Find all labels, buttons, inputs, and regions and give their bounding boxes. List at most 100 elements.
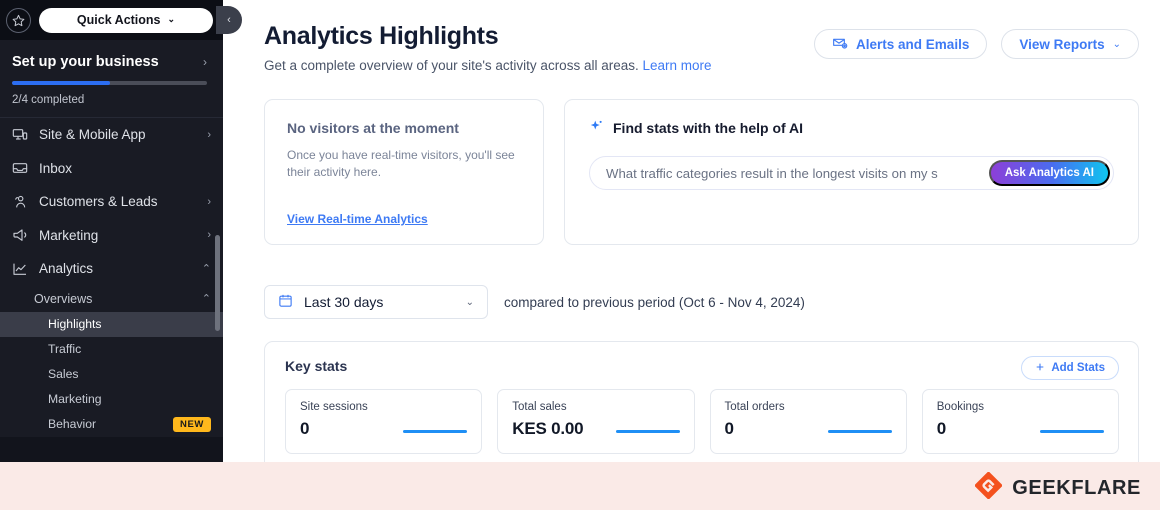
calendar-icon xyxy=(278,293,293,311)
sidebar-item-marketing-sub[interactable]: Marketing xyxy=(0,386,223,412)
geekflare-logo-icon xyxy=(975,471,1003,504)
setup-business-block[interactable]: Set up your business › 2/4 completed xyxy=(0,40,223,117)
line-chart-icon xyxy=(12,261,28,277)
sidebar-subitem-label: Traffic xyxy=(48,342,82,356)
inbox-icon xyxy=(12,160,28,176)
stat-label: Total sales xyxy=(512,401,567,413)
sidebar-subitem-label: Marketing xyxy=(48,392,102,406)
stat-card-bookings[interactable]: Bookings 0 xyxy=(921,389,1119,454)
setup-progress-label: 2/4 completed xyxy=(12,94,85,106)
sidebar: Quick Actions ⌄ Set up your business › 2… xyxy=(0,0,223,462)
add-stats-label: Add Stats xyxy=(1051,362,1105,374)
people-icon xyxy=(12,194,28,210)
stat-value: 0 xyxy=(300,419,310,438)
view-realtime-analytics-link[interactable]: View Real-time Analytics xyxy=(287,212,428,226)
sidebar-item-behavior[interactable]: Behavior NEW xyxy=(0,411,223,437)
add-stats-button[interactable]: Add Stats xyxy=(1021,356,1119,380)
main-content: Analytics Highlights Get a complete over… xyxy=(223,0,1160,462)
status-badge: NEW xyxy=(173,416,211,432)
setup-progress-bar xyxy=(12,81,207,85)
chevron-down-icon: ⌄ xyxy=(465,296,474,308)
stat-card-site-sessions[interactable]: Site sessions 0 xyxy=(285,389,483,454)
star-icon[interactable] xyxy=(6,7,31,33)
sidebar-item-label: Site & Mobile App xyxy=(39,127,146,143)
date-range-row: Last 30 days ⌄ compared to previous peri… xyxy=(264,285,1160,319)
sidebar-item-sales[interactable]: Sales xyxy=(0,361,223,387)
page-subtitle: Get a complete overview of your site's a… xyxy=(264,58,1160,73)
realtime-description: Once you have real-time visitors, you'll… xyxy=(287,148,515,180)
ai-card-heading: Find stats with the help of AI xyxy=(613,120,804,136)
sparkline xyxy=(403,430,468,433)
chevron-down-icon: ⌄ xyxy=(167,13,176,24)
stat-label: Site sessions xyxy=(300,401,368,413)
setup-business-row[interactable]: Set up your business › xyxy=(12,54,207,70)
sparkle-icon xyxy=(589,119,604,137)
realtime-title: No visitors at the moment xyxy=(287,120,459,136)
key-stats-title: Key stats xyxy=(285,358,348,374)
stat-card-total-orders[interactable]: Total orders 0 xyxy=(709,389,907,454)
sidebar-item-analytics[interactable]: Analytics ⌃ xyxy=(0,252,223,286)
geekflare-watermark: GEEKFLARE xyxy=(975,471,1141,504)
sidebar-item-site-mobile-app[interactable]: Site & Mobile App › xyxy=(0,118,223,152)
megaphone-icon xyxy=(12,227,28,243)
chevron-left-icon: ‹ xyxy=(227,14,231,26)
alerts-and-emails-button[interactable]: Alerts and Emails xyxy=(814,29,988,59)
key-stats-grid: Site sessions 0 Total sales KES 0.00 Tot… xyxy=(285,389,1119,454)
footer-bar: GEEKFLARE xyxy=(0,462,1160,510)
geekflare-brand-text: GEEKFLARE xyxy=(1012,476,1141,499)
stat-value: KES 0.00 xyxy=(512,419,584,438)
stat-card-total-sales[interactable]: Total sales KES 0.00 xyxy=(497,389,695,454)
view-reports-button[interactable]: View Reports ⌄ xyxy=(1001,29,1139,59)
setup-business-title: Set up your business xyxy=(12,54,159,70)
alerts-and-emails-label: Alerts and Emails xyxy=(856,36,970,52)
date-range-select[interactable]: Last 30 days ⌄ xyxy=(264,285,488,319)
ai-stats-card: Find stats with the help of AI Ask Analy… xyxy=(564,99,1139,245)
chevron-right-icon: › xyxy=(207,229,211,242)
learn-more-link[interactable]: Learn more xyxy=(643,58,712,73)
plus-icon xyxy=(1035,362,1045,375)
ai-card-heading-row: Find stats with the help of AI xyxy=(589,119,1114,137)
sidebar-item-label: Analytics xyxy=(39,261,94,277)
chevron-right-icon: › xyxy=(203,55,207,69)
sidebar-item-label: Marketing xyxy=(39,227,99,243)
sparkline xyxy=(1040,430,1104,433)
setup-progress-fill xyxy=(12,81,110,85)
sidebar-footer-spacer xyxy=(0,436,223,457)
page-subtitle-text: Get a complete overview of your site's a… xyxy=(264,58,639,73)
stat-value: 0 xyxy=(936,419,947,438)
sidebar-subitem-label: Sales xyxy=(48,367,79,381)
mail-settings-icon xyxy=(832,35,848,54)
sidebar-group-overviews[interactable]: Overviews ⌃ xyxy=(0,285,223,312)
stat-label: Total orders xyxy=(724,401,785,413)
sidebar-item-customers-leads[interactable]: Customers & Leads › xyxy=(0,185,223,219)
monitor-mobile-icon xyxy=(12,127,28,143)
sparkline xyxy=(615,430,680,433)
stat-label: Bookings xyxy=(936,401,985,413)
sidebar-subitem-label: Behavior xyxy=(48,417,97,431)
view-reports-label: View Reports xyxy=(1019,36,1105,52)
realtime-visitors-card: No visitors at the moment Once you have … xyxy=(264,99,544,245)
chevron-down-icon: ⌄ xyxy=(1112,38,1121,50)
chevron-right-icon: › xyxy=(207,128,211,141)
ask-analytics-ai-button[interactable]: Ask Analytics AI xyxy=(988,160,1110,186)
sidebar-item-marketing[interactable]: Marketing › xyxy=(0,218,223,252)
quick-actions-button[interactable]: Quick Actions ⌄ xyxy=(39,7,213,33)
chevron-up-icon: ⌃ xyxy=(201,293,211,305)
sparkline xyxy=(827,430,892,433)
sidebar-item-label: Inbox xyxy=(39,160,73,176)
ai-query-input-wrapper[interactable]: Ask Analytics AI xyxy=(589,156,1114,190)
sidebar-item-label: Customers & Leads xyxy=(39,194,158,210)
date-range-comparison-note: compared to previous period (Oct 6 - Nov… xyxy=(504,294,805,310)
overview-cards-row: No visitors at the moment Once you have … xyxy=(264,99,1160,245)
quick-actions-label: Quick Actions xyxy=(76,13,161,27)
ai-query-input[interactable] xyxy=(606,165,989,181)
sidebar-top-bar: Quick Actions ⌄ xyxy=(0,0,223,40)
sidebar-group-label: Overviews xyxy=(34,291,93,306)
sidebar-item-traffic[interactable]: Traffic xyxy=(0,336,223,362)
sidebar-item-inbox[interactable]: Inbox xyxy=(0,151,223,185)
date-range-value: Last 30 days xyxy=(304,294,384,310)
sidebar-scrollbar[interactable] xyxy=(215,235,220,331)
app-root: Quick Actions ⌄ Set up your business › 2… xyxy=(0,0,1160,510)
header-actions: Alerts and Emails View Reports ⌄ xyxy=(814,29,1139,59)
sidebar-item-highlights[interactable]: Highlights xyxy=(0,311,223,337)
